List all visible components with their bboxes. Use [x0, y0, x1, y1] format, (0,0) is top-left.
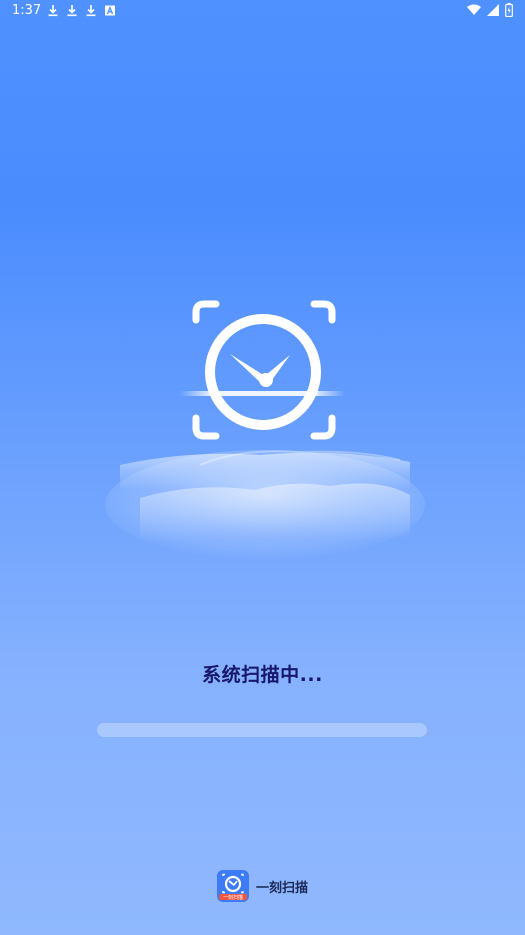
scan-status-text: 系统扫描中... — [202, 664, 323, 686]
status-time: 1:37 — [12, 3, 42, 18]
scan-clock-icon — [105, 300, 425, 560]
status-bar: 1:37 — [0, 0, 525, 22]
font-a-icon — [105, 5, 115, 16]
clock-face — [205, 314, 321, 430]
app-brand: 一刻扫描 一刻扫描 — [0, 870, 525, 902]
download-icon — [86, 5, 96, 17]
app-icon-label: 一刻扫描 — [223, 894, 243, 901]
download-icon — [48, 5, 58, 17]
battery-charging-icon — [505, 3, 513, 17]
signal-icon — [487, 4, 499, 16]
app-name: 一刻扫描 — [255, 880, 308, 896]
status-right-icons — [467, 3, 513, 17]
download-icon — [67, 5, 77, 17]
cloud-illustration — [105, 450, 425, 560]
wifi-icon — [467, 4, 481, 15]
scan-line — [180, 391, 345, 396]
scan-progress-bar — [97, 723, 427, 737]
app-logo-icon: 一刻扫描 — [216, 870, 249, 902]
